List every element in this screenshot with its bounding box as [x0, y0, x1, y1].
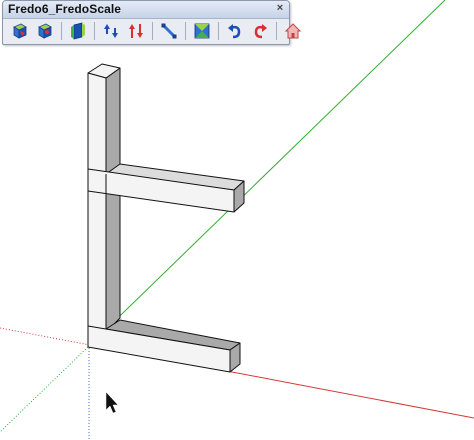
post-side-face	[105, 67, 121, 333]
toolbar-titlebar[interactable]: Fredo6_FredoScale ×	[3, 1, 289, 19]
twist-button[interactable]	[125, 20, 147, 42]
home-button[interactable]	[282, 20, 304, 42]
stretch-button[interactable]	[100, 20, 122, 42]
toolbar-separator	[218, 22, 219, 40]
toolbar-separator	[152, 22, 153, 40]
red-axis-dotted	[0, 327, 91, 346]
box-scale-icon	[13, 23, 27, 39]
home-icon	[284, 23, 302, 39]
twist-icon	[129, 24, 143, 38]
radial-bend-icon	[161, 23, 177, 39]
stretch-icon	[104, 24, 118, 38]
post-front-face	[87, 72, 107, 333]
taper-button[interactable]	[191, 20, 213, 42]
toolbar-separator	[61, 22, 62, 40]
toolbar-title: Fredo6_FredoScale	[8, 2, 122, 16]
fredoscale-toolbar[interactable]: Fredo6_FredoScale ×	[2, 0, 302, 45]
redo-transform-icon	[254, 24, 267, 39]
box-scale-center-button[interactable]	[34, 20, 56, 42]
undo-transform-button[interactable]	[224, 20, 246, 42]
plane-scale-button[interactable]	[67, 20, 89, 42]
undo-transform-icon	[228, 24, 241, 39]
drawing-canvas[interactable]	[0, 0, 474, 440]
toolbar-separator	[94, 22, 95, 40]
toolbar-separator	[185, 22, 186, 40]
taper-icon	[194, 23, 210, 39]
toolbar-separator	[276, 22, 277, 40]
box-scale-center-icon	[38, 23, 52, 39]
green-axis-dotted	[0, 344, 91, 433]
plane-scale-icon	[71, 22, 85, 40]
toolbar-buttons	[9, 20, 307, 42]
redo-transform-button[interactable]	[249, 20, 271, 42]
mouse-cursor-icon	[105, 391, 119, 414]
radial-bend-button[interactable]	[158, 20, 180, 42]
close-icon[interactable]: ×	[274, 3, 286, 15]
box-scale-button[interactable]	[9, 20, 31, 42]
